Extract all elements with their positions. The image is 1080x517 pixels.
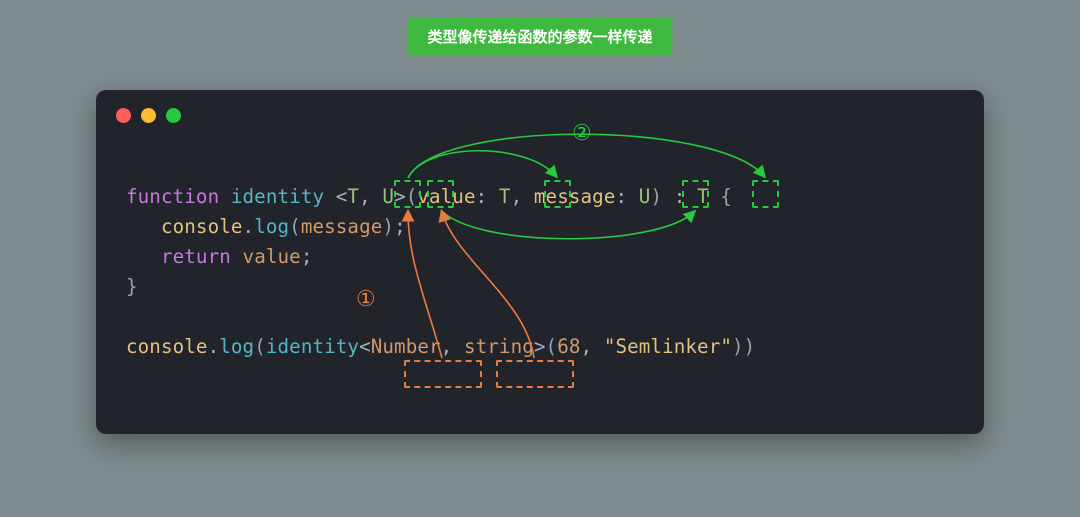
highlight-string: [496, 360, 574, 388]
annotation-1: ①: [356, 286, 376, 312]
highlight-T-return: [752, 180, 779, 208]
maximize-icon: [166, 108, 181, 123]
highlight-T-decl: [394, 180, 421, 208]
highlight-U-param: [682, 180, 709, 208]
code-editor-window: function identity <T, U>(value: T, messa…: [96, 90, 984, 434]
fn-identity: identity: [231, 185, 324, 208]
code-block: function identity <T, U>(value: T, messa…: [126, 182, 755, 362]
minimize-icon: [141, 108, 156, 123]
generic-U: U: [382, 185, 394, 208]
close-icon: [116, 108, 131, 123]
keyword-function: function: [126, 185, 219, 208]
generic-T: T: [347, 185, 359, 208]
window-controls: [116, 108, 181, 123]
highlight-Number: [404, 360, 482, 388]
highlight-T-param: [544, 180, 571, 208]
banner-label: 类型像传递给函数的参数一样传递: [407, 18, 672, 55]
highlight-U-decl: [427, 180, 454, 208]
annotation-2: ②: [572, 120, 592, 146]
